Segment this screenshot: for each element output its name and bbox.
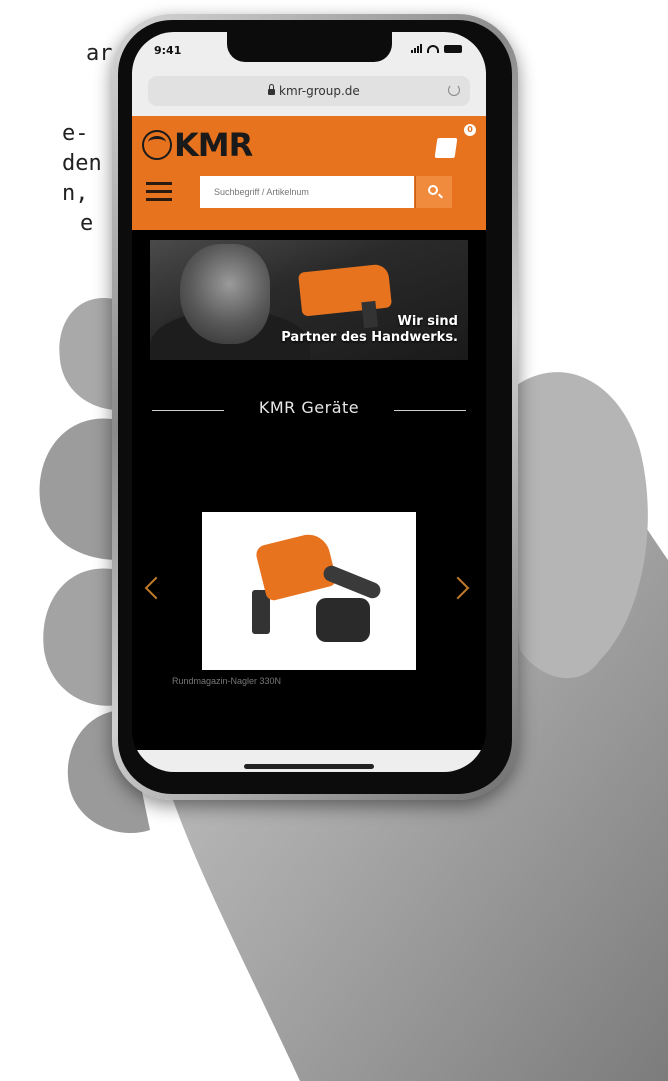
hero-banner[interactable]: Wir sind Partner des Handwerks. xyxy=(150,240,468,360)
wifi-icon xyxy=(427,44,439,53)
search-box xyxy=(200,176,414,208)
address-bar-area: kmr-group.de xyxy=(132,72,486,116)
url-text: kmr-group.de xyxy=(279,84,360,98)
kmr-logo[interactable]: KMR xyxy=(142,126,253,164)
site-header: KMR 0 xyxy=(132,116,486,230)
search-input[interactable] xyxy=(200,176,414,208)
url-display: kmr-group.de xyxy=(268,84,360,98)
notch xyxy=(227,32,392,62)
reload-icon[interactable] xyxy=(448,84,460,96)
product-caption[interactable]: Rundmagazin-Nagler 330N xyxy=(172,676,281,686)
nailer-magazine xyxy=(316,598,370,642)
banner-tool-image xyxy=(297,263,393,317)
banner-line-1: Wir sind xyxy=(397,314,459,329)
status-icons xyxy=(411,44,462,53)
nailer-body xyxy=(254,530,338,602)
section-header: KMR Geräte xyxy=(132,398,486,422)
address-bar[interactable]: kmr-group.de xyxy=(148,76,470,106)
home-indicator[interactable] xyxy=(244,764,374,769)
carousel-next-icon[interactable] xyxy=(446,576,470,600)
page-content: Wir sind Partner des Handwerks. KMR Gerä… xyxy=(132,230,486,772)
search-icon xyxy=(428,185,438,195)
helmet-logo-icon xyxy=(142,130,172,160)
logo-text: KMR xyxy=(174,126,253,164)
banner-worker-face xyxy=(180,244,270,344)
signal-icon xyxy=(411,44,422,53)
banner-line-2: Partner des Handwerks. xyxy=(281,330,458,345)
product-card[interactable] xyxy=(202,512,416,670)
banner-text: Wir sind Partner des Handwerks. xyxy=(281,314,458,346)
battery-icon xyxy=(444,44,462,53)
carousel-prev-icon[interactable] xyxy=(144,576,168,600)
phone-screen: 9:41 kmr-group.de KMR 0 Suchbegriff / Ar… xyxy=(132,32,486,772)
cart-badge: 0 xyxy=(464,124,476,136)
search-button[interactable] xyxy=(415,176,452,208)
phone-frame: 9:41 kmr-group.de KMR 0 Suchbegriff / Ar… xyxy=(112,14,518,800)
section-title: KMR Geräte xyxy=(258,398,360,417)
cart-icon[interactable] xyxy=(434,138,458,158)
lock-icon xyxy=(268,84,275,95)
hamburger-menu-icon[interactable] xyxy=(146,182,172,206)
nailer-grip xyxy=(321,563,383,601)
status-time: 9:41 xyxy=(154,44,182,57)
